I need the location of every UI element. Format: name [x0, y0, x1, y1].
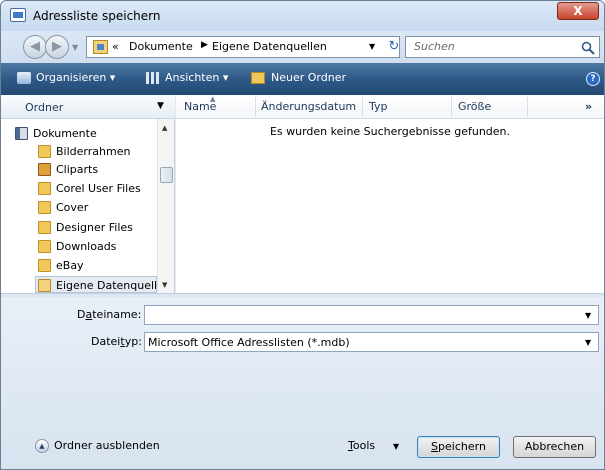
new-folder-button[interactable]: Neuer Ordner: [271, 71, 346, 84]
filetype-value: Microsoft Office Adresslisten (*.mdb): [148, 336, 350, 349]
views-menu[interactable]: Ansichten ▾: [165, 71, 228, 84]
column-modified[interactable]: Änderungsdatum: [261, 100, 356, 113]
column-divider[interactable]: [362, 97, 363, 117]
scroll-down-icon[interactable]: ▼: [162, 281, 167, 289]
address-row: ◀ ▶ ▼ « Dokumente ▶ Eigene Datenquellen …: [1, 31, 604, 63]
tools-dropdown-arrow[interactable]: ▼: [393, 442, 399, 451]
breadcrumb-dokumente[interactable]: Dokumente: [129, 40, 193, 53]
folder-pane-scrollbar[interactable]: ▲ ▼: [157, 119, 174, 293]
back-button[interactable]: ◀: [23, 35, 47, 59]
forward-button[interactable]: ▶: [45, 35, 69, 59]
filename-label: Dateiname:: [77, 308, 142, 321]
command-bar: Organisieren ▾ Ansichten ▾ Neuer Ordner …: [1, 63, 604, 95]
filetype-select[interactable]: Microsoft Office Adresslisten (*.mdb) ▼: [144, 332, 599, 352]
data-sources-folder-icon: [38, 279, 51, 292]
empty-results-message: Es wurden keine Suchergebnisse gefunden.: [269, 125, 511, 138]
filename-dropdown-arrow[interactable]: ▼: [585, 311, 591, 320]
folder-icon: [38, 201, 51, 214]
column-divider[interactable]: [255, 97, 256, 117]
scroll-up-icon[interactable]: ▲: [162, 124, 167, 132]
address-bar[interactable]: « Dokumente ▶ Eigene Datenquellen ▼ ↻: [86, 36, 400, 58]
recent-pages-dropdown[interactable]: ▼: [72, 43, 78, 52]
folder-icon: [38, 221, 51, 234]
folder-icon: [38, 240, 51, 253]
more-columns-button[interactable]: »: [585, 100, 592, 113]
search-placeholder: Suchen: [414, 40, 455, 53]
tree-item-label: Eigene Datenquell: [56, 279, 158, 292]
column-header: ▲ Name Änderungsdatum Typ Größe »: [176, 95, 604, 119]
documents-icon: [15, 127, 28, 140]
save-options-panel: Dateiname: ▼ Dateityp: Microsoft Office …: [1, 297, 604, 469]
help-icon[interactable]: ?: [586, 72, 600, 86]
column-type[interactable]: Typ: [369, 100, 388, 113]
data-sources-folder-icon: [93, 40, 108, 54]
collapse-icon: ▲: [35, 439, 49, 453]
column-size[interactable]: Größe: [458, 100, 491, 113]
tree-item-label: Cover: [56, 201, 89, 214]
scroll-thumb[interactable]: [160, 167, 173, 183]
views-icon: [146, 72, 159, 84]
close-button[interactable]: X: [557, 2, 599, 20]
filetype-dropdown-arrow[interactable]: ▼: [585, 338, 591, 347]
search-input[interactable]: Suchen: [405, 36, 600, 58]
organize-icon: [17, 72, 31, 84]
refresh-icon[interactable]: ↻: [385, 37, 403, 57]
address-dropdown-arrow[interactable]: ▼: [369, 42, 375, 51]
breadcrumb-eigene-datenquellen[interactable]: Eigene Datenquellen: [212, 40, 327, 53]
file-list: ▲ Name Änderungsdatum Typ Größe » Es wur…: [176, 95, 604, 293]
tree-item-label: Cliparts: [56, 163, 99, 176]
column-name[interactable]: Name: [184, 100, 216, 113]
breadcrumb-overflow[interactable]: «: [112, 40, 119, 53]
folder-icon: [38, 259, 51, 272]
folder-icon: [38, 182, 51, 195]
folders-header-label: Ordner: [25, 101, 64, 114]
breadcrumb-separator-icon[interactable]: ▶: [201, 40, 208, 50]
filetype-label: Dateityp:: [91, 335, 142, 348]
folder-icon: [38, 145, 51, 158]
tree-item-label: Bilderrahmen: [56, 145, 131, 158]
new-folder-icon: [251, 72, 265, 84]
folder-pane: Ordner ▼ Dokumente Bilderrahmen Cliparts…: [1, 95, 175, 293]
folders-header[interactable]: Ordner ▼: [1, 95, 175, 119]
column-divider[interactable]: [527, 97, 528, 117]
tree-item-label: Corel User Files: [56, 182, 141, 195]
filename-field[interactable]: ▼: [144, 305, 599, 325]
save-button[interactable]: Speichern: [417, 436, 500, 458]
chevron-down-icon[interactable]: ▼: [157, 101, 164, 111]
organize-menu[interactable]: Organisieren ▾: [36, 71, 115, 84]
save-dialog: Adressliste speichern X ◀ ▶ ▼ « Dokument…: [0, 0, 605, 470]
title-bar[interactable]: Adressliste speichern X: [1, 1, 604, 31]
tree-item-label: eBay: [56, 259, 84, 272]
tree-item-label: Designer Files: [56, 221, 133, 234]
tools-menu[interactable]: Tools: [348, 439, 375, 452]
tree-item-label: Downloads: [56, 240, 117, 253]
tree-item-label: Dokumente: [33, 127, 97, 140]
hide-folders-label: Ordner ausblenden: [54, 439, 160, 452]
search-icon[interactable]: [581, 41, 595, 55]
clipart-folder-icon: [38, 163, 51, 176]
address-list-app-icon: [10, 8, 26, 22]
column-divider[interactable]: [451, 97, 452, 117]
hide-folders-button[interactable]: ▲ Ordner ausblenden: [35, 438, 195, 456]
window-title: Adressliste speichern: [33, 9, 161, 23]
cancel-button[interactable]: Abbrechen: [513, 436, 596, 458]
